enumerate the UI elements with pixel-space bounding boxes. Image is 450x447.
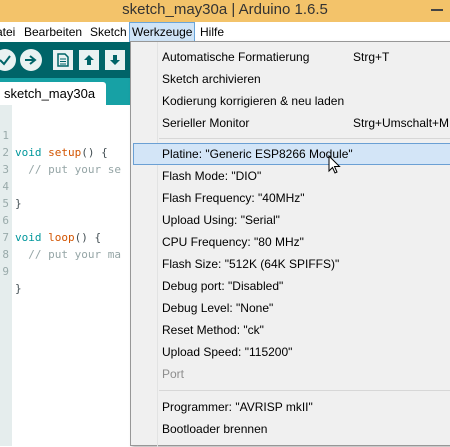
- menu-separator: [159, 390, 450, 391]
- menu-item-port: Port: [131, 363, 450, 385]
- menu-item-burn-bootloader[interactable]: Bootloader brennen: [131, 418, 450, 440]
- verify-button[interactable]: [0, 49, 16, 71]
- code-line: 1 void setup() {: [0, 110, 107, 159]
- code-text: void loop() {: [15, 231, 102, 244]
- window-title: sketch_may30a | Arduino 1.6.5: [122, 1, 328, 18]
- code-line: 7 // put your ma: [0, 212, 121, 261]
- menu-item-debug-level[interactable]: Debug Level: "None": [131, 297, 450, 319]
- menu-item-flash-frequency[interactable]: Flash Frequency: "40MHz": [131, 187, 450, 209]
- menu-item-label: Platine: "Generic ESP8266 Module": [162, 147, 353, 161]
- code-line: 9 }: [0, 246, 27, 295]
- menu-item-label: Debug Level: "None": [162, 301, 274, 315]
- open-icon: [84, 55, 94, 65]
- menu-item-upload-using[interactable]: Upload Using: "Serial": [131, 209, 450, 231]
- save-icon: [110, 55, 120, 65]
- menu-item-label: Upload Speed: "115200": [162, 345, 293, 359]
- save-button[interactable]: [105, 50, 125, 70]
- menu-bar: atei Bearbeiten Sketch Werkzeuge Hilfe: [0, 22, 450, 42]
- menu-item-debug-port[interactable]: Debug port: "Disabled": [131, 275, 450, 297]
- menu-item-label: Debug port: "Disabled": [162, 279, 284, 293]
- menu-item-flash-mode[interactable]: Flash Mode: "DIO": [131, 165, 450, 187]
- menu-item-reset-method[interactable]: Reset Method: "ck": [131, 319, 450, 341]
- menu-item-cpu-frequency[interactable]: CPU Frequency: "80 MHz": [131, 231, 450, 253]
- code-line: 2 // put your se: [0, 127, 121, 176]
- menu-item-label: Flash Size: "512K (64K SPIFFS)": [162, 257, 340, 271]
- menu-item-auto-format[interactable]: Automatische Formatierung Strg+T: [131, 46, 450, 68]
- menu-item-board[interactable]: Platine: "Generic ESP8266 Module": [131, 143, 450, 165]
- code-line: 8: [0, 229, 27, 261]
- menu-item-shortcut: Strg+T: [353, 50, 390, 64]
- code-line: 6 void loop() {: [0, 195, 101, 244]
- menu-item-label: Programmer: "AVRISP mkII": [162, 400, 313, 414]
- menu-item-flash-size[interactable]: Flash Size: "512K (64K SPIFFS)": [131, 253, 450, 275]
- menu-item-label: Kodierung korrigieren & neu laden: [162, 94, 345, 108]
- code-line: 4 }: [0, 161, 27, 210]
- menu-item-label: Serieller Monitor: [162, 116, 250, 130]
- menu-werkzeuge[interactable]: Werkzeuge: [129, 22, 196, 42]
- menu-item-label: Flash Frequency: "40MHz": [162, 191, 305, 205]
- new-icon: [57, 53, 69, 67]
- menu-item-serial-monitor[interactable]: Serieller Monitor Strg+Umschalt+M: [131, 112, 450, 134]
- verify-icon: [0, 55, 11, 66]
- code-text: void setup() {: [15, 146, 108, 159]
- menu-item-shortcut: Strg+Umschalt+M: [353, 116, 450, 130]
- menu-item-label: Upload Using: "Serial": [162, 213, 280, 227]
- menu-item-label: Automatische Formatierung: [162, 50, 310, 64]
- code-line: 5: [0, 178, 27, 210]
- menu-item-label: Sketch archivieren: [162, 72, 261, 86]
- menu-item-label: Port: [162, 367, 185, 381]
- new-button[interactable]: [53, 50, 73, 70]
- menu-item-label: CPU Frequency: "80 MHz": [162, 235, 304, 249]
- menu-item-label: Bootloader brennen: [162, 422, 268, 436]
- code-line: 3: [0, 144, 27, 176]
- upload-icon: [25, 55, 37, 65]
- code-text: // put your ma: [15, 248, 121, 261]
- menu-sketch[interactable]: Sketch: [90, 22, 127, 42]
- open-button[interactable]: [79, 50, 99, 70]
- menu-item-label: Reset Method: "ck": [162, 323, 264, 337]
- menu-datei[interactable]: atei: [0, 22, 15, 42]
- code-text: // put your se: [15, 163, 121, 176]
- minimize-icon[interactable]: [431, 9, 443, 11]
- upload-button[interactable]: [20, 49, 42, 71]
- menu-item-fix-encoding[interactable]: Kodierung korrigieren & neu laden: [131, 90, 450, 112]
- menu-separator: [159, 138, 450, 139]
- line-number: 9: [2, 265, 9, 278]
- mouse-cursor-icon: [328, 155, 341, 174]
- title-bar: sketch_may30a | Arduino 1.6.5: [0, 0, 450, 22]
- menu-item-archive-sketch[interactable]: Sketch archivieren: [131, 68, 450, 90]
- menu-item-label: Flash Mode: "DIO": [162, 169, 262, 183]
- menu-item-programmer[interactable]: Programmer: "AVRISP mkII": [131, 396, 450, 418]
- code-text: }: [15, 282, 22, 295]
- tools-dropdown-menu: Automatische Formatierung Strg+T Sketch …: [130, 41, 450, 447]
- menu-item-upload-speed[interactable]: Upload Speed: "115200": [131, 341, 450, 363]
- tab-sketch[interactable]: sketch_may30a: [0, 82, 106, 105]
- menu-hilfe[interactable]: Hilfe: [200, 22, 224, 42]
- menu-bearbeiten[interactable]: Bearbeiten: [24, 22, 82, 42]
